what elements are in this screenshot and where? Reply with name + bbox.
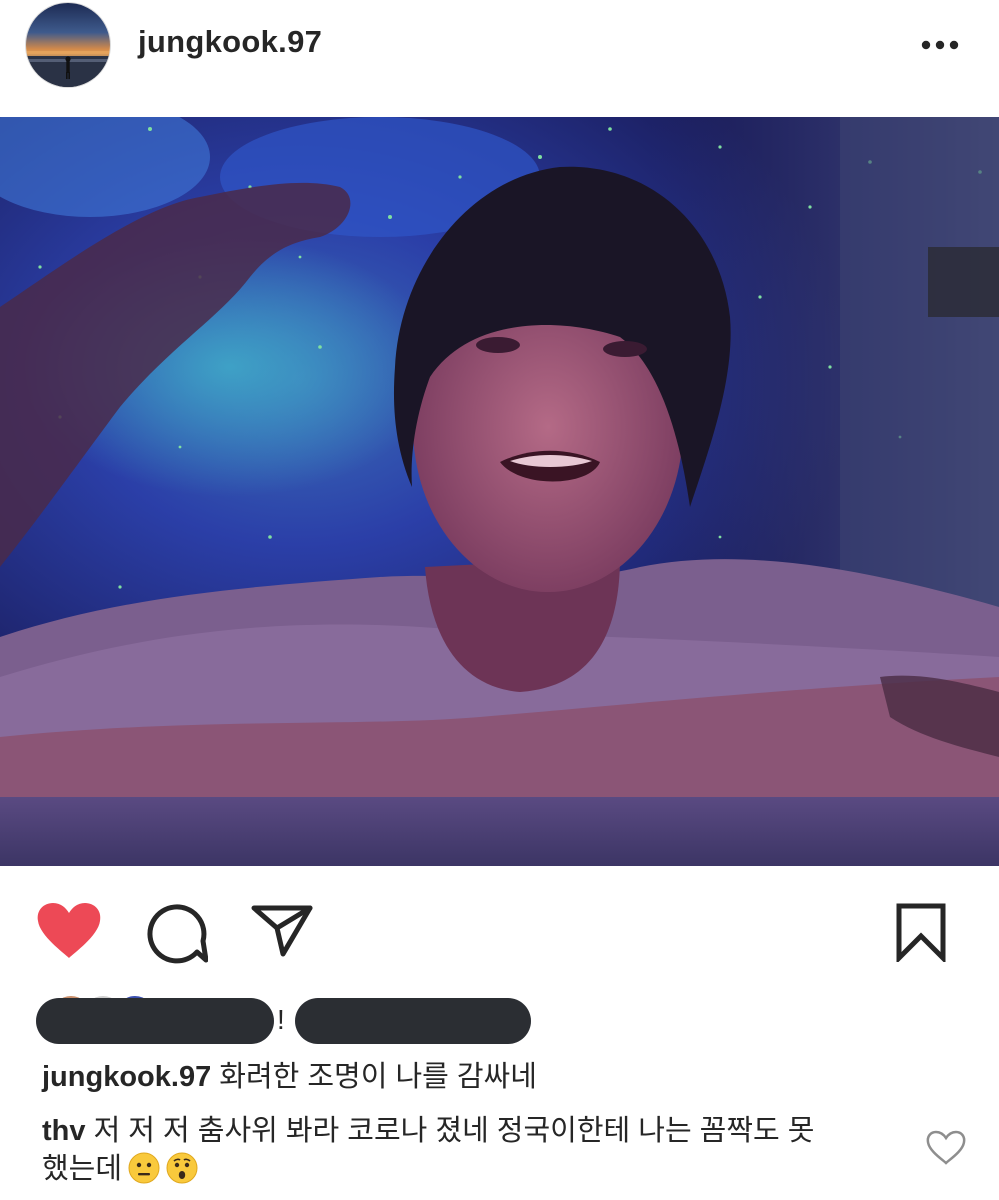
paper-plane-icon[interactable]	[250, 902, 314, 958]
hushed-face-emoji	[166, 1152, 198, 1184]
likes-separator: !	[277, 1004, 285, 1035]
post-caption: jungkook.97 화려한 조명이 나를 감싸네	[42, 1058, 942, 1096]
redacted-likes-count	[295, 998, 531, 1044]
neutral-face-emoji	[128, 1152, 160, 1184]
heart-filled-icon[interactable]	[36, 902, 102, 960]
post-author-username[interactable]: jungkook.97	[138, 24, 322, 60]
bookmark-icon[interactable]	[893, 902, 949, 962]
comment-bubble-icon[interactable]	[146, 902, 208, 964]
comment-username[interactable]: thv	[42, 1115, 86, 1147]
more-horizontal-icon[interactable]	[916, 30, 964, 60]
post-video[interactable]	[0, 117, 999, 866]
heart-outline-icon[interactable]	[926, 1130, 966, 1166]
comment-text-continued: 했는데	[42, 1153, 123, 1185]
caption-text: 화려한 조명이 나를 감싸네	[219, 1061, 537, 1093]
likes-summary: !	[0, 986, 999, 1046]
post-header: jungkook.97	[0, 0, 999, 117]
comment-item: thv 저 저 저 춤사위 봐라 코로나 졌네 정국이한테 나는 꼼짝도 못 했…	[42, 1112, 892, 1188]
caption-username[interactable]: jungkook.97	[42, 1061, 211, 1093]
redacted-liked-by	[36, 998, 274, 1044]
comment-text: 저 저 저 춤사위 봐라 코로나 졌네 정국이한테 나는 꼼짝도 못	[93, 1115, 815, 1147]
avatar[interactable]	[26, 3, 110, 87]
action-bar	[0, 866, 999, 986]
